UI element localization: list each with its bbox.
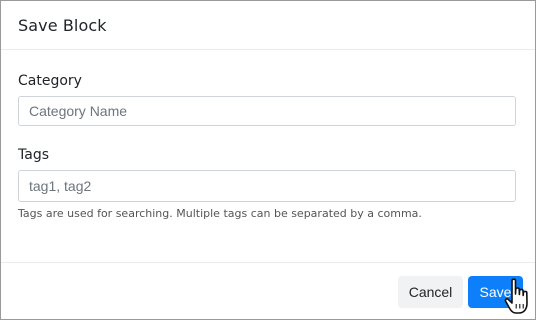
modal-footer: Cancel Save bbox=[1, 262, 535, 320]
modal-header: Save Block bbox=[1, 1, 535, 50]
category-label: Category bbox=[18, 73, 82, 89]
modal-title: Save Block bbox=[18, 16, 107, 35]
save-block-dialog: Save Block Category Tags Tags are used f… bbox=[0, 0, 536, 320]
tags-label: Tags bbox=[18, 147, 49, 163]
cancel-button[interactable]: Cancel bbox=[398, 276, 463, 308]
save-button[interactable]: Save bbox=[468, 276, 523, 308]
tags-input[interactable] bbox=[18, 170, 516, 202]
tags-help-text: Tags are used for searching. Multiple ta… bbox=[18, 207, 422, 220]
category-input[interactable] bbox=[18, 96, 516, 126]
